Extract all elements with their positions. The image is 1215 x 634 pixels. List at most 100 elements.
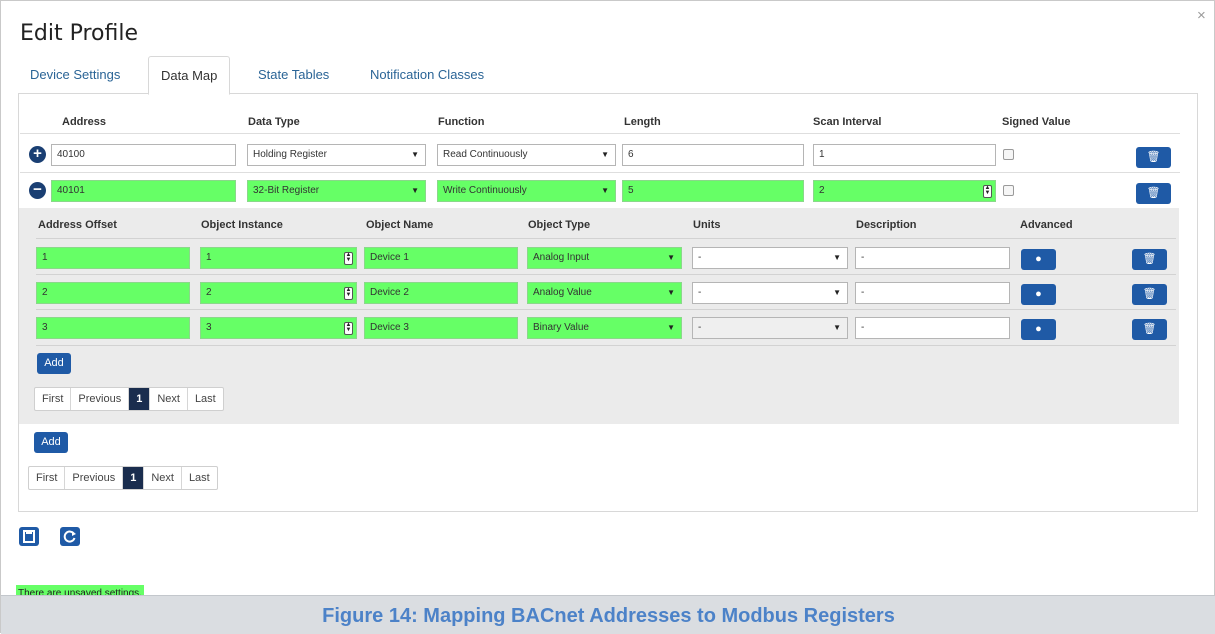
data-type-select[interactable]: Holding Register ▼ bbox=[247, 144, 426, 166]
header-units: Units bbox=[693, 219, 721, 231]
delete-object-button[interactable]: 🗑 bbox=[1132, 284, 1167, 305]
page-title: Edit Profile bbox=[20, 21, 139, 46]
object-name-input[interactable]: Device 2 bbox=[364, 282, 518, 304]
units-value: - bbox=[698, 322, 702, 333]
data-type-select[interactable]: 32-Bit Register ▼ bbox=[247, 180, 426, 202]
function-select[interactable]: Read Continuously ▼ bbox=[437, 144, 616, 166]
address-offset-input[interactable]: 2 bbox=[36, 282, 190, 304]
caret-down-icon: ▼ bbox=[411, 150, 419, 159]
object-instance-spinner[interactable]: 1 ▲ ▼ bbox=[200, 247, 357, 269]
address-offset-input[interactable]: 1 bbox=[36, 247, 190, 269]
refresh-icon bbox=[63, 530, 76, 543]
data-type-value: 32-Bit Register bbox=[253, 185, 320, 196]
signed-value-checkbox[interactable] bbox=[1003, 185, 1014, 196]
header-advanced: Advanced bbox=[1020, 219, 1073, 231]
caret-down-icon: ▼ bbox=[601, 186, 609, 195]
row-divider bbox=[36, 274, 1176, 275]
spinner-arrows-icon[interactable]: ▲ ▼ bbox=[344, 287, 353, 300]
object-instance-spinner[interactable]: 3 ▲ ▼ bbox=[200, 317, 357, 339]
tab-device-settings[interactable]: Device Settings bbox=[18, 56, 132, 94]
object-type-value: Binary Value bbox=[533, 322, 589, 333]
function-select[interactable]: Write Continuously ▼ bbox=[437, 180, 616, 202]
header-length: Length bbox=[624, 116, 661, 128]
plus-circle-icon[interactable]: + bbox=[29, 146, 46, 163]
advanced-button[interactable]: ● bbox=[1021, 284, 1056, 305]
header-object-type: Object Type bbox=[528, 219, 591, 231]
pager-current[interactable]: 1 bbox=[129, 388, 151, 410]
header-address-offset: Address Offset bbox=[38, 219, 117, 231]
header-divider bbox=[20, 133, 1180, 134]
address-input[interactable]: 40100 bbox=[51, 144, 236, 166]
caret-down-icon: ▼ bbox=[411, 186, 419, 195]
header-function: Function bbox=[438, 116, 485, 128]
scan-interval-input[interactable]: 1 bbox=[813, 144, 996, 166]
object-type-value: Analog Value bbox=[533, 287, 592, 298]
spinner-arrows-icon[interactable]: ▲ ▼ bbox=[344, 322, 353, 335]
object-type-select[interactable]: Analog Value ▼ bbox=[527, 282, 682, 304]
caret-down-icon: ▼ bbox=[833, 323, 841, 332]
row-divider bbox=[36, 345, 1176, 346]
pager-previous[interactable]: Previous bbox=[71, 388, 130, 410]
pager-first[interactable]: First bbox=[35, 388, 72, 410]
object-type-select[interactable]: Analog Input ▼ bbox=[527, 247, 682, 269]
save-button[interactable] bbox=[19, 527, 39, 546]
spinner-arrows-icon[interactable]: ▲ ▼ bbox=[344, 252, 353, 265]
delete-object-button[interactable]: 🗑 bbox=[1132, 319, 1167, 340]
header-scan-interval: Scan Interval bbox=[813, 116, 882, 128]
object-pager: First Previous 1 Next Last bbox=[34, 387, 224, 411]
object-instance-spinner[interactable]: 2 ▲ ▼ bbox=[200, 282, 357, 304]
minus-circle-icon[interactable]: − bbox=[29, 182, 46, 199]
row-divider bbox=[36, 309, 1176, 310]
caret-down-icon: ▼ bbox=[667, 253, 675, 262]
header-object-instance: Object Instance bbox=[201, 219, 283, 231]
header-address: Address bbox=[62, 116, 107, 128]
description-input[interactable]: - bbox=[855, 247, 1010, 269]
scan-interval-spinner[interactable]: 2 ▲ ▼ bbox=[813, 180, 996, 202]
caret-down-icon: ▼ bbox=[833, 253, 841, 262]
advanced-button[interactable]: ● bbox=[1021, 249, 1056, 270]
subheader-divider bbox=[36, 238, 1176, 239]
row-divider bbox=[20, 172, 1180, 173]
units-select[interactable]: - ▼ bbox=[692, 282, 848, 304]
tab-data-map[interactable]: Data Map bbox=[148, 56, 231, 95]
object-instance-value: 3 bbox=[206, 322, 212, 333]
pager-last[interactable]: Last bbox=[188, 388, 223, 410]
delete-row-button[interactable]: 🗑 bbox=[1136, 147, 1171, 168]
advanced-button[interactable]: ● bbox=[1021, 319, 1056, 340]
tab-state-tables[interactable]: State Tables bbox=[246, 56, 341, 94]
description-input[interactable]: - bbox=[855, 282, 1010, 304]
trash-icon: 🗑 bbox=[1146, 187, 1161, 199]
pager-next[interactable]: Next bbox=[150, 388, 188, 410]
close-icon[interactable]: × bbox=[1197, 7, 1206, 24]
object-name-input[interactable]: Device 1 bbox=[364, 247, 518, 269]
add-object-button[interactable]: Add bbox=[37, 353, 71, 374]
description-input[interactable]: - bbox=[855, 317, 1010, 339]
object-instance-value: 1 bbox=[206, 252, 212, 263]
object-instance-value: 2 bbox=[206, 287, 212, 298]
pager-next[interactable]: Next bbox=[144, 467, 182, 489]
pager-last[interactable]: Last bbox=[182, 467, 217, 489]
signed-value-checkbox[interactable] bbox=[1003, 149, 1014, 160]
eye-icon: ● bbox=[1035, 323, 1042, 335]
address-input[interactable]: 40101 bbox=[51, 180, 236, 202]
header-object-name: Object Name bbox=[366, 219, 434, 231]
register-pager: First Previous 1 Next Last bbox=[28, 466, 218, 490]
header-description: Description bbox=[856, 219, 917, 231]
object-name-input[interactable]: Device 3 bbox=[364, 317, 518, 339]
delete-row-button[interactable]: 🗑 bbox=[1136, 183, 1171, 204]
address-offset-input[interactable]: 3 bbox=[36, 317, 190, 339]
refresh-button[interactable] bbox=[60, 527, 80, 546]
spinner-arrows-icon[interactable]: ▲ ▼ bbox=[983, 185, 992, 198]
delete-object-button[interactable]: 🗑 bbox=[1132, 249, 1167, 270]
object-type-select[interactable]: Binary Value ▼ bbox=[527, 317, 682, 339]
length-input[interactable]: 6 bbox=[622, 144, 804, 166]
eye-icon: ● bbox=[1035, 253, 1042, 265]
length-input[interactable]: 5 bbox=[622, 180, 804, 202]
units-select[interactable]: - ▼ bbox=[692, 247, 848, 269]
pager-first[interactable]: First bbox=[29, 467, 66, 489]
figure-caption: Figure 14: Mapping BACnet Addresses to M… bbox=[322, 605, 895, 627]
pager-previous[interactable]: Previous bbox=[65, 467, 124, 489]
add-register-button[interactable]: Add bbox=[34, 432, 68, 453]
tab-notification-classes[interactable]: Notification Classes bbox=[358, 56, 496, 94]
pager-current[interactable]: 1 bbox=[123, 467, 145, 489]
